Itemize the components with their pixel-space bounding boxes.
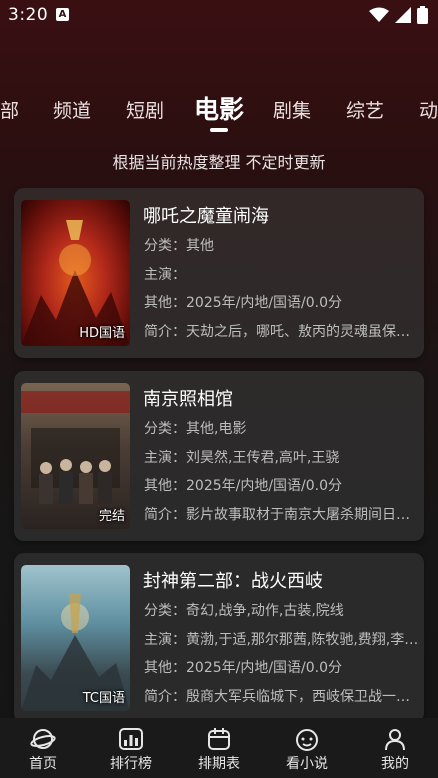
movie-category: 分类：奇幻,战争,动作,古装,院线 <box>144 603 344 619</box>
notification-a-icon: A <box>56 8 69 21</box>
movie-other-info: 其他：2025年/内地/国语/0.0分 <box>144 478 343 494</box>
movie-other-info: 其他：2025年/内地/国语/0.0分 <box>144 295 343 311</box>
movie-poster[interactable]: 完结 <box>21 383 130 529</box>
signal-icon <box>395 7 411 23</box>
movie-cast: 主演：黄渤,于适,那尔那茜,陈牧驰,费翔,李雪健 <box>144 632 420 648</box>
movie-intro: 简介：天劫之后，哪吒、敖丙的灵魂虽保住了，但肉身很快会魂飞魄散 <box>144 324 420 340</box>
nav-home[interactable]: 首页 <box>5 726 81 773</box>
active-tab-indicator <box>210 128 228 132</box>
tab-anime[interactable]: 动 <box>419 96 438 123</box>
profile-person-icon <box>385 729 405 751</box>
bottom-nav: 首页 排行榜 排期表 看小说 我的 <box>0 718 438 778</box>
nav-ranking[interactable]: 排行榜 <box>93 726 169 773</box>
schedule-calendar-icon <box>208 728 230 750</box>
movie-card[interactable]: HD国语 哪吒之魔童闹海 分类：其他 主演： 其他：2025年/内地/国语/0.… <box>14 188 424 358</box>
movie-cast: 主演：刘昊然,王传君,高叶,王骁 <box>144 450 340 466</box>
movie-card[interactable]: 完结 南京照相馆 分类：其他,电影 主演：刘昊然,王传君,高叶,王骁 其他：20… <box>14 371 424 541</box>
movie-card[interactable]: TC国语 封神第二部：战火西岐 分类：奇幻,战争,动作,古装,院线 主演：黄渤,… <box>14 553 424 723</box>
tab-series[interactable]: 剧集 <box>273 96 311 123</box>
movie-cast: 主演： <box>144 267 186 283</box>
nav-schedule[interactable]: 排期表 <box>181 726 257 773</box>
tab-variety[interactable]: 综艺 <box>346 96 384 123</box>
poster-badge: HD国语 <box>79 326 125 341</box>
status-bar: 3:20 A <box>0 0 438 32</box>
movie-poster[interactable]: HD国语 <box>21 200 130 346</box>
movie-intro: 简介：殷商大军兵临城下，西岐保卫战一触即发 <box>144 689 420 705</box>
nav-novel[interactable]: 看小说 <box>269 726 345 773</box>
ranking-subtitle: 根据当前热度整理 不定时更新 <box>112 153 326 172</box>
wifi-icon <box>369 7 389 22</box>
tab-channel[interactable]: 频道 <box>53 96 91 123</box>
movie-category: 分类：其他 <box>144 238 214 254</box>
poster-badge: 完结 <box>98 509 125 524</box>
novel-face-icon <box>296 729 318 751</box>
tab-movie[interactable]: 电影 <box>194 90 244 126</box>
movie-title[interactable]: 哪吒之魔童闹海 <box>143 202 269 228</box>
nav-label: 排期表 <box>198 756 240 772</box>
nav-label: 我的 <box>381 756 409 772</box>
home-planet-icon <box>30 729 56 749</box>
movie-title[interactable]: 南京照相馆 <box>143 385 233 411</box>
movie-intro: 简介：影片故事取材于南京大屠杀期间日军真实罪证 <box>144 507 420 523</box>
poster-badge: TC国语 <box>82 691 125 706</box>
category-tabs: 部 频道 短剧 电影 剧集 综艺 动 <box>0 88 438 138</box>
movie-title[interactable]: 封神第二部：战火西岐 <box>143 567 323 593</box>
status-icons <box>369 6 428 24</box>
movie-category: 分类：其他,电影 <box>144 421 247 437</box>
nav-label: 排行榜 <box>110 756 152 772</box>
tab-all[interactable]: 部 <box>0 96 19 123</box>
nav-label: 首页 <box>29 756 57 772</box>
movie-other-info: 其他：2025年/内地/国语/0.0分 <box>144 660 343 676</box>
movie-poster[interactable]: TC国语 <box>21 565 130 711</box>
status-time: 3:20 <box>8 5 49 25</box>
nav-label: 看小说 <box>286 756 328 772</box>
ranking-chart-icon <box>119 728 143 750</box>
tab-short-drama[interactable]: 短剧 <box>126 96 164 123</box>
nav-profile[interactable]: 我的 <box>357 726 433 773</box>
battery-icon <box>417 6 428 24</box>
